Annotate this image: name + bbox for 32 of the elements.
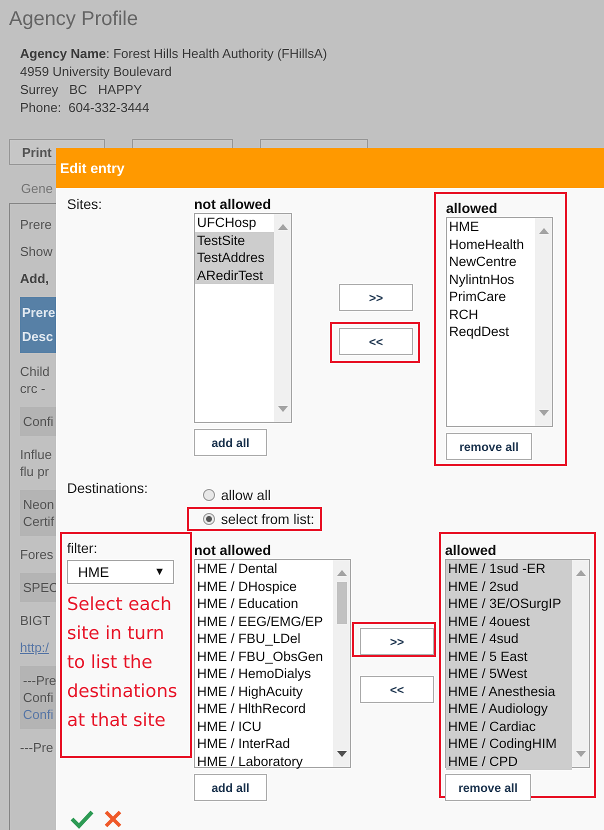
page-title: Agency Profile bbox=[9, 7, 139, 31]
row-text: Desc bbox=[22, 328, 54, 346]
row-text: Prere bbox=[20, 216, 53, 233]
agency-info-line: Phone: 604-332-3444 bbox=[20, 99, 150, 117]
filter-label: filter: bbox=[67, 540, 98, 556]
list-heading: allowed bbox=[445, 542, 498, 559]
row-text: SPEC bbox=[23, 579, 60, 596]
agency-info-line: Agency Name: Forest Hills Health Authority (FHillsA) bbox=[20, 45, 328, 63]
row-text: Certif bbox=[23, 513, 56, 530]
destinations-label: Destinations: bbox=[66, 480, 149, 498]
list-heading: not allowed bbox=[194, 542, 272, 559]
row-text: Prere bbox=[22, 304, 56, 322]
row-text: Confi bbox=[23, 689, 54, 706]
row-text: Add, bbox=[20, 270, 50, 287]
row-text: ---Pre bbox=[20, 739, 54, 756]
row-text: ---Pre bbox=[23, 672, 58, 689]
row-text: flu pr bbox=[20, 463, 50, 480]
agency-info-line: 4959 University Boulevard bbox=[20, 63, 173, 81]
sites-label: Sites: bbox=[66, 195, 104, 212]
row-text: Confi bbox=[23, 413, 54, 430]
annotation-note: Select each site in turn to list the destinations at that site bbox=[67, 593, 178, 733]
row-text: Show bbox=[20, 243, 54, 260]
list-heading: not allowed bbox=[194, 196, 272, 213]
dialog-title: Edit entry bbox=[59, 160, 125, 176]
row-text: BIGT bbox=[20, 612, 52, 629]
agency-info-line: Surrey BC HAPPY bbox=[20, 81, 144, 99]
row-text: Fores bbox=[20, 546, 54, 563]
row-text: Child bbox=[20, 363, 51, 380]
row-text: crc - bbox=[20, 380, 46, 397]
row-text: Influe bbox=[20, 446, 53, 463]
row-text: Neon bbox=[23, 496, 56, 513]
list-heading: allowed bbox=[446, 200, 498, 217]
